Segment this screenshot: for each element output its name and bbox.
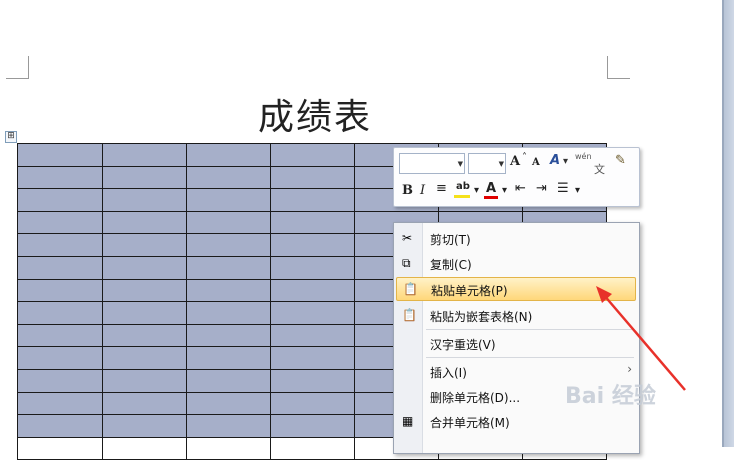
watermark: Bai 经验 xyxy=(565,384,656,409)
document-page: 成绩表 ⊞ ▼ ▼ A ˄ A A ▾ wén 文 ✎ B I ≡ ab ▾ A… xyxy=(0,0,734,460)
